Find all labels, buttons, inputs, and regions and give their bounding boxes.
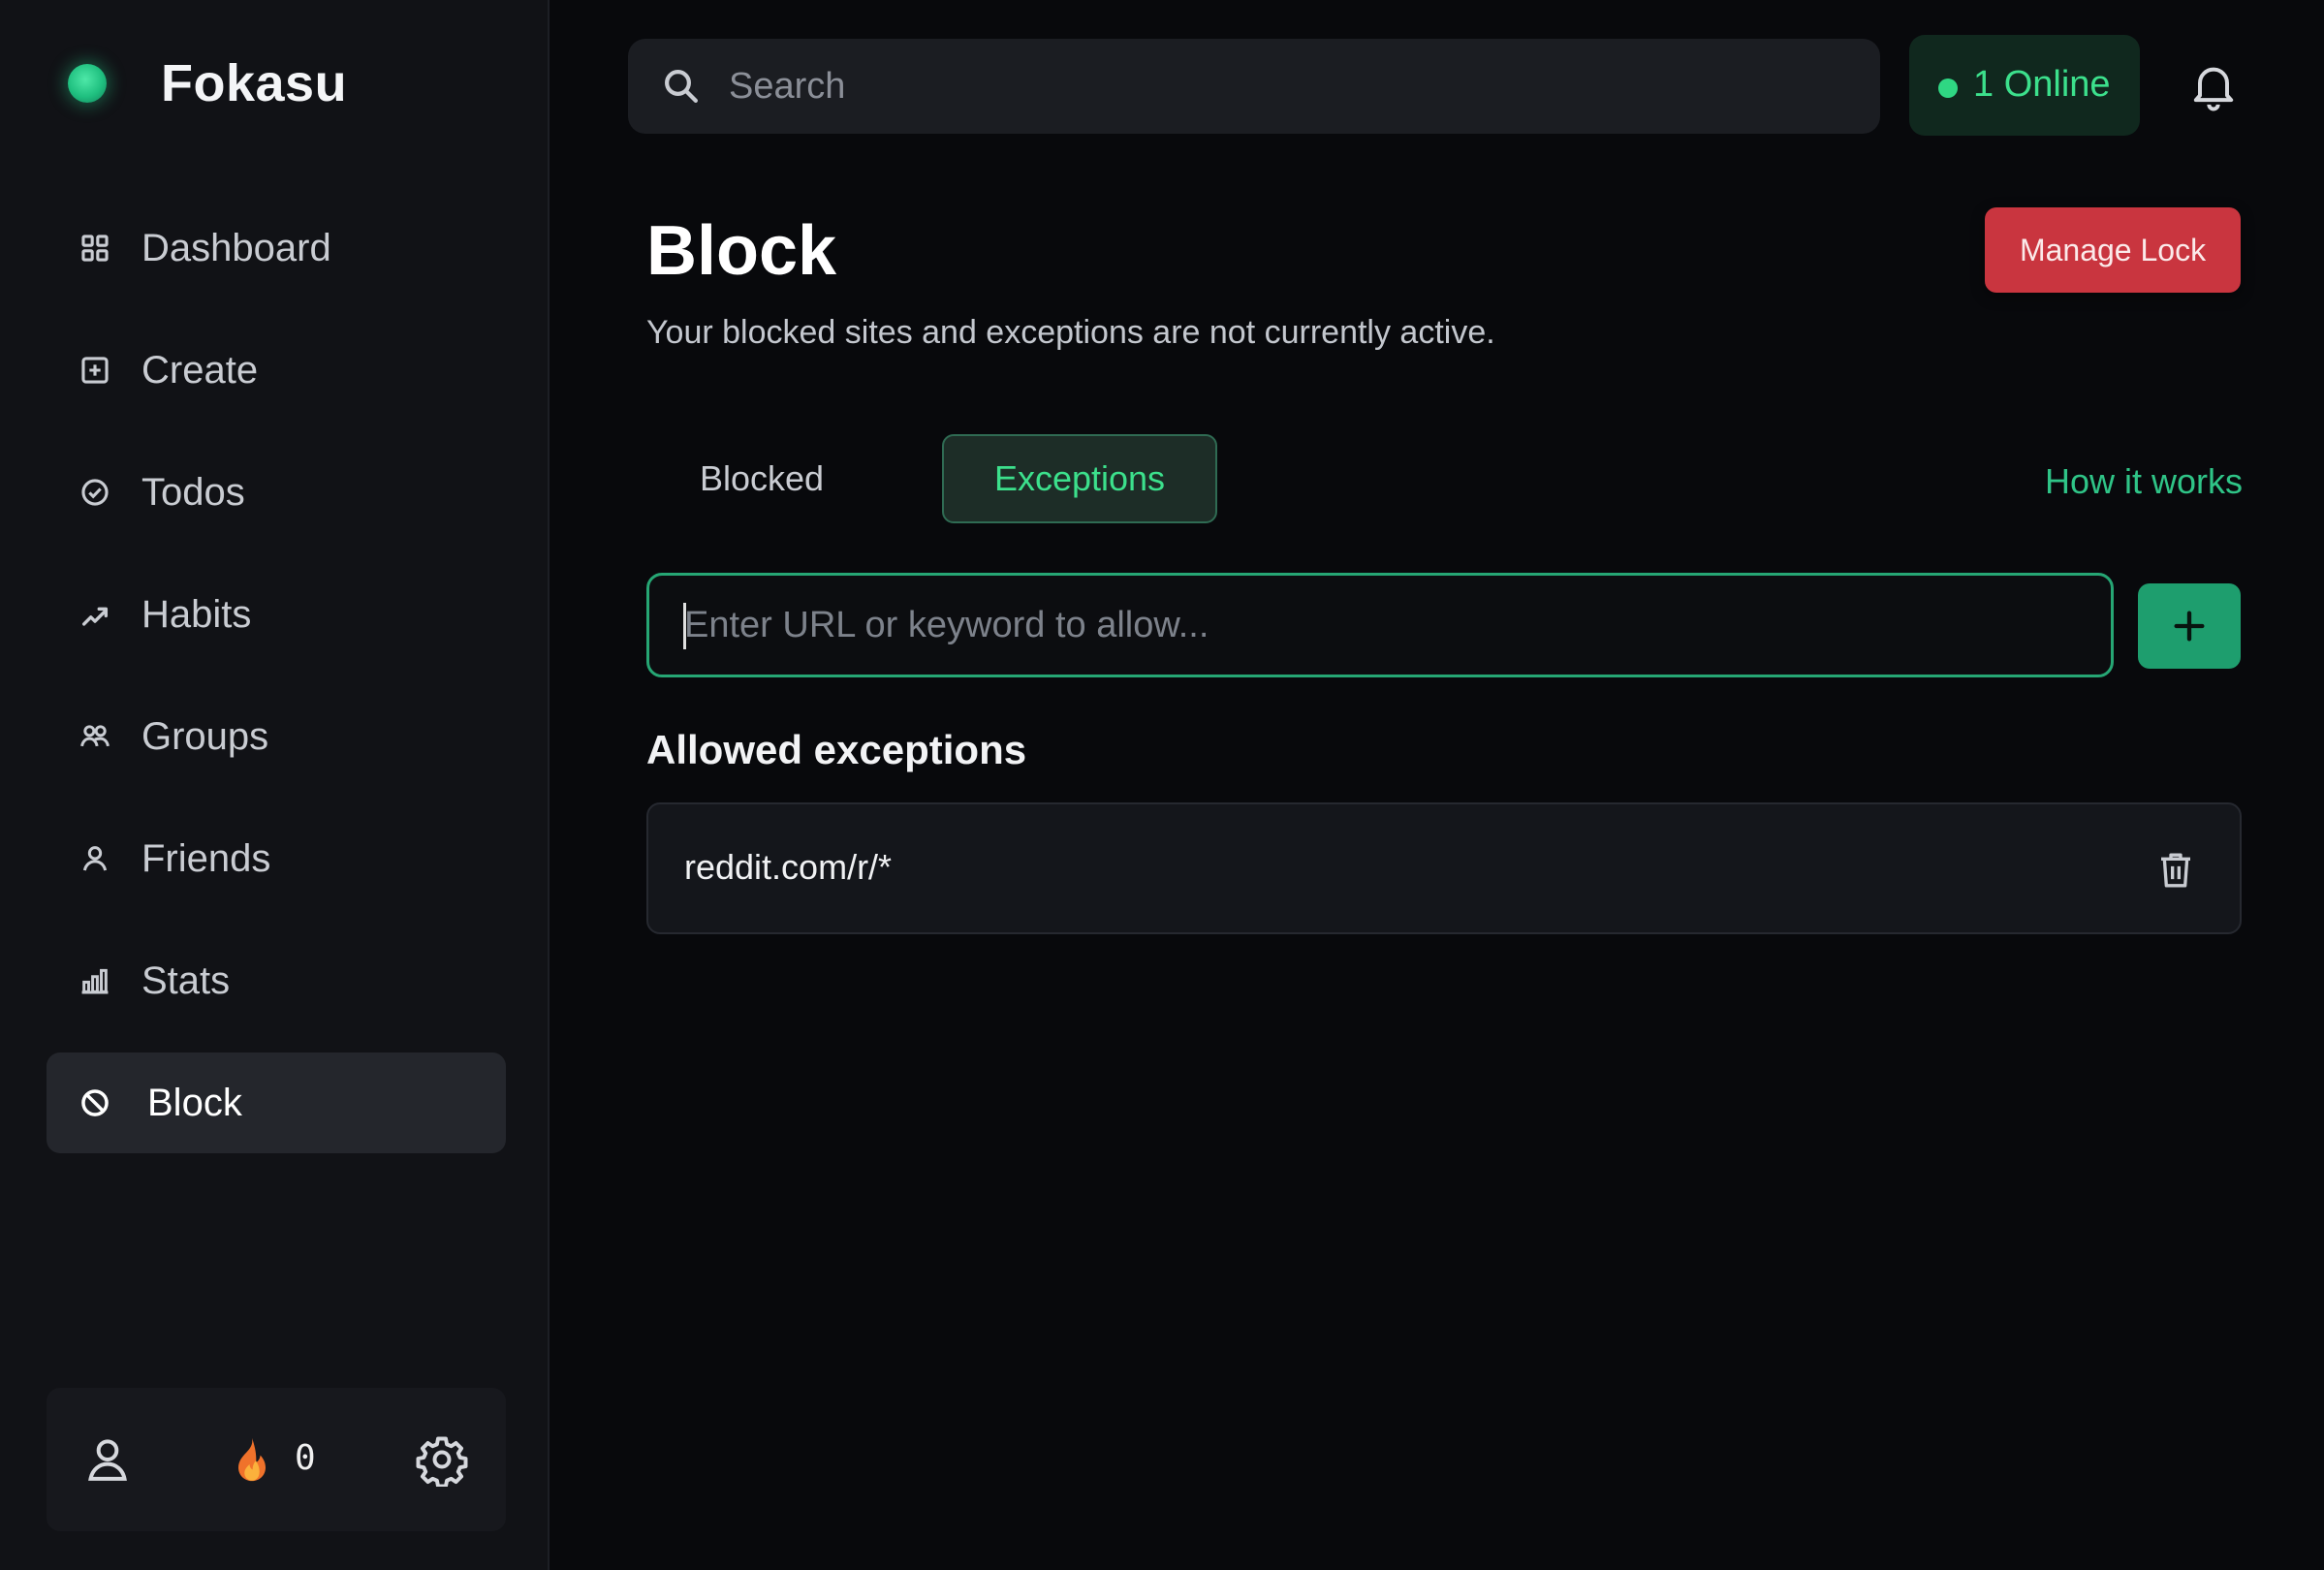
grid-icon [79, 232, 111, 265]
allowed-exceptions-heading: Allowed exceptions [646, 727, 1027, 772]
flame-icon[interactable] [223, 1430, 281, 1489]
sidebar-footer: 0 [47, 1388, 506, 1531]
manage-lock-button[interactable]: Manage Lock [1985, 207, 2241, 293]
streak-count: 0 [295, 1438, 316, 1478]
tab-blocked[interactable]: Blocked [665, 434, 859, 523]
search-input[interactable] [729, 39, 1853, 134]
plus-icon [2174, 611, 2205, 642]
sidebar-item-groups[interactable]: Groups [47, 686, 506, 787]
add-exception-button[interactable] [2138, 583, 2241, 669]
online-count: 1 Online [1973, 64, 2111, 105]
sidebar-item-block[interactable]: Block [47, 1052, 506, 1153]
online-dot-icon [1938, 78, 1958, 98]
exception-input-field[interactable] [646, 573, 2114, 677]
sidebar-item-friends[interactable]: Friends [47, 808, 506, 909]
page-subtitle: Your blocked sites and exceptions are no… [646, 314, 1495, 351]
how-it-works-link[interactable]: How it works [2045, 461, 2243, 502]
brand-logo [68, 64, 107, 103]
sidebar: Fokasu Dashboard Create Todos Habits Gro… [0, 0, 550, 1570]
list-item: reddit.com/r/* [646, 802, 2242, 934]
sidebar-item-label: Habits [141, 592, 252, 636]
sidebar-item-label: Friends [141, 836, 271, 880]
profile-icon[interactable] [79, 1430, 137, 1489]
sidebar-item-label: Dashboard [141, 226, 331, 269]
exception-input[interactable] [684, 576, 2080, 675]
search-bar[interactable] [628, 39, 1880, 134]
brand[interactable]: Fokasu [68, 54, 347, 112]
sidebar-item-label: Todos [141, 470, 245, 514]
sidebar-item-label: Block [147, 1081, 242, 1124]
sidebar-item-create[interactable]: Create [47, 320, 506, 421]
text-caret [683, 603, 686, 649]
plus-square-icon [79, 354, 111, 387]
notification-bell-icon[interactable] [2186, 56, 2241, 114]
users-icon [79, 720, 111, 753]
brand-name: Fokasu [161, 54, 348, 112]
search-icon [665, 70, 698, 103]
settings-gear-icon[interactable] [413, 1430, 471, 1489]
app-window: Fokasu Dashboard Create Todos Habits Gro… [0, 0, 2324, 1570]
sidebar-item-todos[interactable]: Todos [47, 442, 506, 543]
trend-icon [79, 598, 111, 631]
check-circle-icon [79, 476, 111, 509]
sidebar-item-habits[interactable]: Habits [47, 564, 506, 665]
user-icon [79, 842, 111, 875]
sidebar-item-label: Stats [141, 958, 231, 1002]
ban-icon [79, 1086, 111, 1119]
sidebar-item-dashboard[interactable]: Dashboard [47, 198, 506, 298]
online-status-badge[interactable]: 1 Online [1909, 35, 2140, 136]
sidebar-item-label: Create [141, 348, 259, 392]
delete-trash-icon[interactable] [2156, 849, 2195, 892]
sidebar-item-label: Groups [141, 714, 269, 758]
page-title: Block [646, 212, 837, 290]
bar-chart-icon [79, 964, 111, 997]
exception-pattern: reddit.com/r/* [684, 847, 893, 887]
sidebar-item-stats[interactable]: Stats [47, 930, 506, 1031]
tab-exceptions[interactable]: Exceptions [942, 434, 1217, 523]
